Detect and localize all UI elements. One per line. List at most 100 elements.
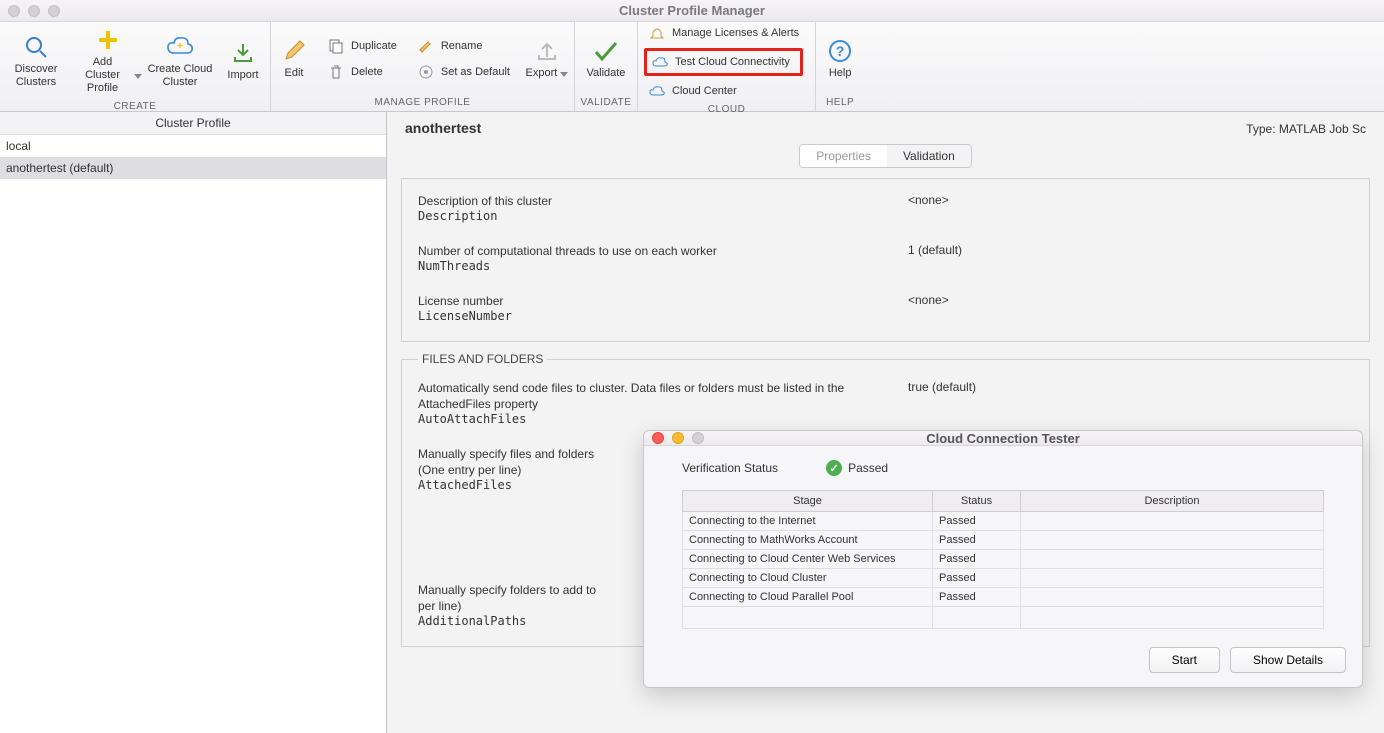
cloud-center-button[interactable]: Cloud Center [644,80,803,102]
cell-stage: Connecting to Cloud Cluster [683,569,933,588]
prop-desc: Number of computational threads to use o… [418,243,908,259]
tabs: Properties Validation [397,144,1374,168]
import-label: Import [227,69,258,82]
cell-desc [1021,569,1324,588]
target-icon [417,63,435,81]
svg-text:?: ? [836,43,845,59]
sidebar-item-local[interactable]: local [0,135,386,157]
col-description: Description [1021,491,1324,512]
prop-key: LicenseNumber [418,309,908,323]
prop-key: Description [418,209,908,223]
rename-icon [417,37,435,55]
col-stage: Stage [683,491,933,512]
export-button[interactable]: Export [520,22,574,95]
import-button[interactable]: Import [216,22,270,99]
cell-desc [1021,512,1324,531]
cell-status: Passed [933,531,1021,550]
table-row: Connecting to Cloud Center Web ServicesP… [683,550,1324,569]
prop-description: Description of this cluster Description … [418,193,1353,223]
delete-label: Delete [351,66,383,78]
cloud-icon [648,82,666,100]
add-cluster-label: Add Cluster Profile [74,56,131,95]
duplicate-label: Duplicate [351,40,397,52]
col-status: Status [933,491,1021,512]
prop-license: License number LicenseNumber <none> [418,293,1353,323]
create-cloud-label: Create Cloud Cluster [148,63,213,89]
profile-type: Type: MATLAB Job Sc [1246,122,1366,136]
export-icon [535,37,559,65]
help-icon: ? [828,37,852,65]
export-label: Export [526,67,558,80]
validate-label: Validate [586,67,625,80]
bell-icon [648,24,666,42]
cell-status: Passed [933,512,1021,531]
import-icon [231,39,255,67]
cell-stage: Connecting to Cloud Parallel Pool [683,588,933,607]
cell-stage: Connecting to Cloud Center Web Services [683,550,933,569]
dialog-title: Cloud Connection Tester [644,431,1362,446]
table-row: Connecting to Cloud Parallel PoolPassed [683,588,1324,607]
rename-button[interactable]: Rename [413,35,514,57]
sidebar: Cluster Profile local anothertest (defau… [0,112,387,733]
toolstrip-group-validate: Validate VALIDATE [575,22,638,111]
rename-label: Rename [441,40,483,52]
cloud-center-label: Cloud Center [672,85,737,97]
test-cloud-connectivity-button[interactable]: Test Cloud Connectivity [644,48,803,76]
manage-licenses-button[interactable]: Manage Licenses & Alerts [644,22,803,44]
toolstrip-group-help: ? Help HELP [816,22,864,111]
dialog-titlebar: Cloud Connection Tester [644,431,1362,446]
help-label: Help [829,67,852,80]
cell-status: Passed [933,588,1021,607]
prop-desc: Description of this cluster [418,193,908,209]
chevron-down-icon [560,72,568,77]
table-row: Connecting to the InternetPassed [683,512,1324,531]
check-icon [592,37,620,65]
svg-text:+: + [177,41,183,52]
chevron-down-icon [134,74,142,79]
start-button[interactable]: Start [1149,647,1220,673]
dialog-body: Verification Status ✓ Passed Stage Statu… [644,446,1362,639]
validate-button[interactable]: Validate [575,22,637,95]
discover-clusters-button[interactable]: Discover Clusters [0,22,72,99]
prop-value: <none> [908,193,949,223]
content-header: anothertest Type: MATLAB Job Sc [397,112,1374,140]
table-row-blank [683,607,1324,629]
sidebar-item-anothertest[interactable]: anothertest (default) [0,157,386,179]
status-label: Verification Status [682,461,778,475]
prop-value: <none> [908,293,949,323]
toolstrip: Discover Clusters Add Cluster Profile + … [0,22,1384,112]
tab-validation[interactable]: Validation [887,145,971,167]
table-row: Connecting to Cloud ClusterPassed [683,569,1324,588]
sidebar-header: Cluster Profile [0,112,386,135]
status-value: Passed [848,461,888,475]
show-details-button[interactable]: Show Details [1230,647,1346,673]
tab-properties[interactable]: Properties [800,145,887,167]
toolstrip-group-manage: Edit Duplicate Delete [271,22,575,111]
edit-label: Edit [285,67,304,80]
set-default-label: Set as Default [441,66,510,78]
set-default-button[interactable]: Set as Default [413,61,514,83]
delete-button[interactable]: Delete [323,61,401,83]
toolstrip-group-cloud: Manage Licenses & Alerts Test Cloud Conn… [638,22,816,111]
prop-key: NumThreads [418,259,908,273]
search-icon [23,33,49,61]
prop-desc: Automatically send code files to cluster… [418,380,908,412]
cell-desc [1021,550,1324,569]
edit-button[interactable]: Edit [271,22,317,95]
duplicate-button[interactable]: Duplicate [323,35,401,57]
prop-key: AutoAttachFiles [418,412,908,426]
group-label-help: HELP [816,95,864,111]
check-circle-icon: ✓ [826,460,842,476]
cell-status: Passed [933,550,1021,569]
plus-icon [95,26,121,54]
verification-status-row: Verification Status ✓ Passed [682,460,1324,476]
add-cluster-profile-button[interactable]: Add Cluster Profile [72,22,144,99]
create-cloud-cluster-button[interactable]: + Create Cloud Cluster [144,22,216,99]
cell-desc [1021,531,1324,550]
cell-stage: Connecting to the Internet [683,512,933,531]
toolstrip-group-create: Discover Clusters Add Cluster Profile + … [0,22,271,111]
help-button[interactable]: ? Help [816,22,864,95]
table-row: Connecting to MathWorks AccountPassed [683,531,1324,550]
test-cloud-label: Test Cloud Connectivity [675,56,790,68]
connection-test-table: Stage Status Description Connecting to t… [682,490,1324,629]
